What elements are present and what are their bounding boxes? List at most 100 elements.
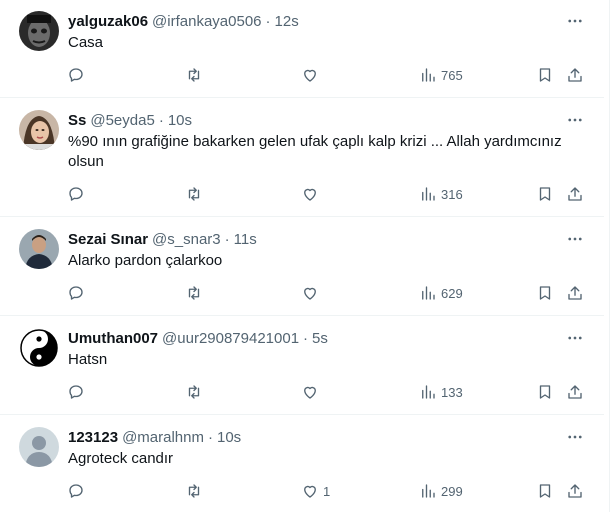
display-name[interactable]: 123123: [68, 429, 118, 446]
more-icon[interactable]: [564, 109, 586, 131]
share-button[interactable]: [566, 281, 584, 305]
retweet-button[interactable]: [185, 479, 207, 503]
tweet-actions: 1 299: [0, 479, 604, 503]
retweet-button[interactable]: [185, 182, 207, 206]
view-count: 299: [441, 483, 463, 499]
reply-button[interactable]: [67, 63, 89, 87]
more-icon[interactable]: [564, 327, 586, 349]
user-handle[interactable]: @s_snar3: [152, 231, 221, 248]
more-icon[interactable]: [564, 228, 586, 250]
timestamp[interactable]: 11s: [234, 231, 257, 248]
retweet-button[interactable]: [185, 380, 207, 404]
timestamp[interactable]: 10s: [168, 112, 192, 129]
separator: ·: [158, 111, 164, 129]
share-icon: [568, 187, 582, 201]
views-button[interactable]: 299: [419, 479, 463, 503]
avatar[interactable]: [19, 328, 59, 368]
tweet-header: Ss @5eyda5 · 10s: [68, 110, 192, 130]
retweet-icon: [188, 68, 200, 82]
view-count: 133: [441, 384, 463, 400]
heart-icon: [304, 69, 316, 82]
tweet-header: Umuthan007 @uur290879421001 · 5s: [68, 328, 328, 348]
timestamp[interactable]: 5s: [312, 330, 328, 347]
tweet[interactable]: yalguzak06 @irfankaya0506 · 12s Casa 765: [0, 0, 604, 98]
avatar[interactable]: [19, 11, 59, 51]
views-icon: [422, 385, 435, 399]
display-name[interactable]: yalguzak06: [68, 13, 148, 30]
bookmark-button[interactable]: [536, 63, 554, 87]
timeline-feed: yalguzak06 @irfankaya0506 · 12s Casa 765…: [0, 0, 610, 512]
views-icon: [422, 187, 435, 201]
views-button[interactable]: 765: [419, 63, 463, 87]
bookmark-button[interactable]: [536, 479, 554, 503]
tweet-text: %90 ının grafiğine bakarken gelen ufak ç…: [68, 133, 562, 170]
share-button[interactable]: [566, 479, 584, 503]
tweet-actions: 316: [0, 182, 604, 206]
views-button[interactable]: 629: [419, 281, 463, 305]
more-icon[interactable]: [564, 10, 586, 32]
views-button[interactable]: 316: [419, 182, 463, 206]
like-button[interactable]: [301, 182, 323, 206]
share-button[interactable]: [566, 63, 584, 87]
tweet[interactable]: Umuthan007 @uur290879421001 · 5s Hatsn 1…: [0, 317, 604, 415]
reply-button[interactable]: [67, 182, 89, 206]
reply-icon: [69, 187, 83, 201]
views-icon: [422, 68, 435, 82]
tweet[interactable]: 123123 @maralhnm · 10s Agroteck candır 1: [0, 416, 604, 512]
timestamp[interactable]: 12s: [275, 13, 299, 30]
display-name[interactable]: Ss: [68, 112, 86, 129]
bookmark-icon: [539, 385, 551, 399]
tweet[interactable]: Ss @5eyda5 · 10s %90 ının grafiğine baka…: [0, 99, 604, 217]
share-button[interactable]: [566, 182, 584, 206]
tweet-header: 123123 @maralhnm · 10s: [68, 427, 241, 447]
heart-icon: [304, 188, 316, 201]
retweet-icon: [188, 484, 200, 498]
like-button[interactable]: [301, 281, 323, 305]
share-icon: [568, 484, 582, 498]
user-handle[interactable]: @maralhnm: [122, 429, 204, 446]
user-handle[interactable]: @5eyda5: [90, 112, 154, 129]
avatar[interactable]: [19, 229, 59, 269]
heart-icon: [304, 386, 316, 399]
tweet-text: Hatsn: [68, 351, 108, 368]
reply-icon: [69, 385, 83, 399]
share-icon: [568, 286, 582, 300]
more-icon[interactable]: [564, 426, 586, 448]
display-name[interactable]: Umuthan007: [68, 330, 158, 347]
timestamp[interactable]: 10s: [217, 429, 241, 446]
user-handle[interactable]: @irfankaya0506: [152, 13, 261, 30]
tweet-actions: 629: [0, 281, 604, 305]
retweet-button[interactable]: [185, 281, 207, 305]
reply-icon: [69, 286, 83, 300]
avatar[interactable]: [19, 110, 59, 150]
user-handle[interactable]: @uur290879421001: [162, 330, 299, 347]
share-icon: [568, 68, 582, 82]
bookmark-button[interactable]: [536, 380, 554, 404]
share-button[interactable]: [566, 380, 584, 404]
bookmark-icon: [539, 68, 551, 82]
views-button[interactable]: 133: [419, 380, 463, 404]
reply-button[interactable]: [67, 479, 89, 503]
tweet-actions: 765: [0, 63, 604, 87]
tweet[interactable]: Sezai Sınar @s_snar3 · 11s Alarko pardon…: [0, 218, 604, 316]
reply-button[interactable]: [67, 380, 89, 404]
like-button[interactable]: 1: [301, 479, 330, 503]
heart-icon: [304, 485, 316, 498]
reply-icon: [69, 68, 83, 82]
retweet-icon: [188, 286, 200, 300]
reply-button[interactable]: [67, 281, 89, 305]
bookmark-button[interactable]: [536, 182, 554, 206]
like-button[interactable]: [301, 63, 323, 87]
like-button[interactable]: [301, 380, 323, 404]
display-name[interactable]: Sezai Sınar: [68, 231, 148, 248]
tweet-header: Sezai Sınar @s_snar3 · 11s: [68, 229, 257, 249]
views-icon: [422, 286, 435, 300]
share-icon: [568, 385, 582, 399]
bookmark-icon: [539, 286, 551, 300]
bookmark-button[interactable]: [536, 281, 554, 305]
retweet-button[interactable]: [185, 63, 207, 87]
separator: ·: [224, 230, 230, 248]
reply-icon: [69, 484, 83, 498]
tweet-text: Alarko pardon çalarkoo: [68, 252, 223, 269]
avatar[interactable]: [19, 427, 59, 467]
